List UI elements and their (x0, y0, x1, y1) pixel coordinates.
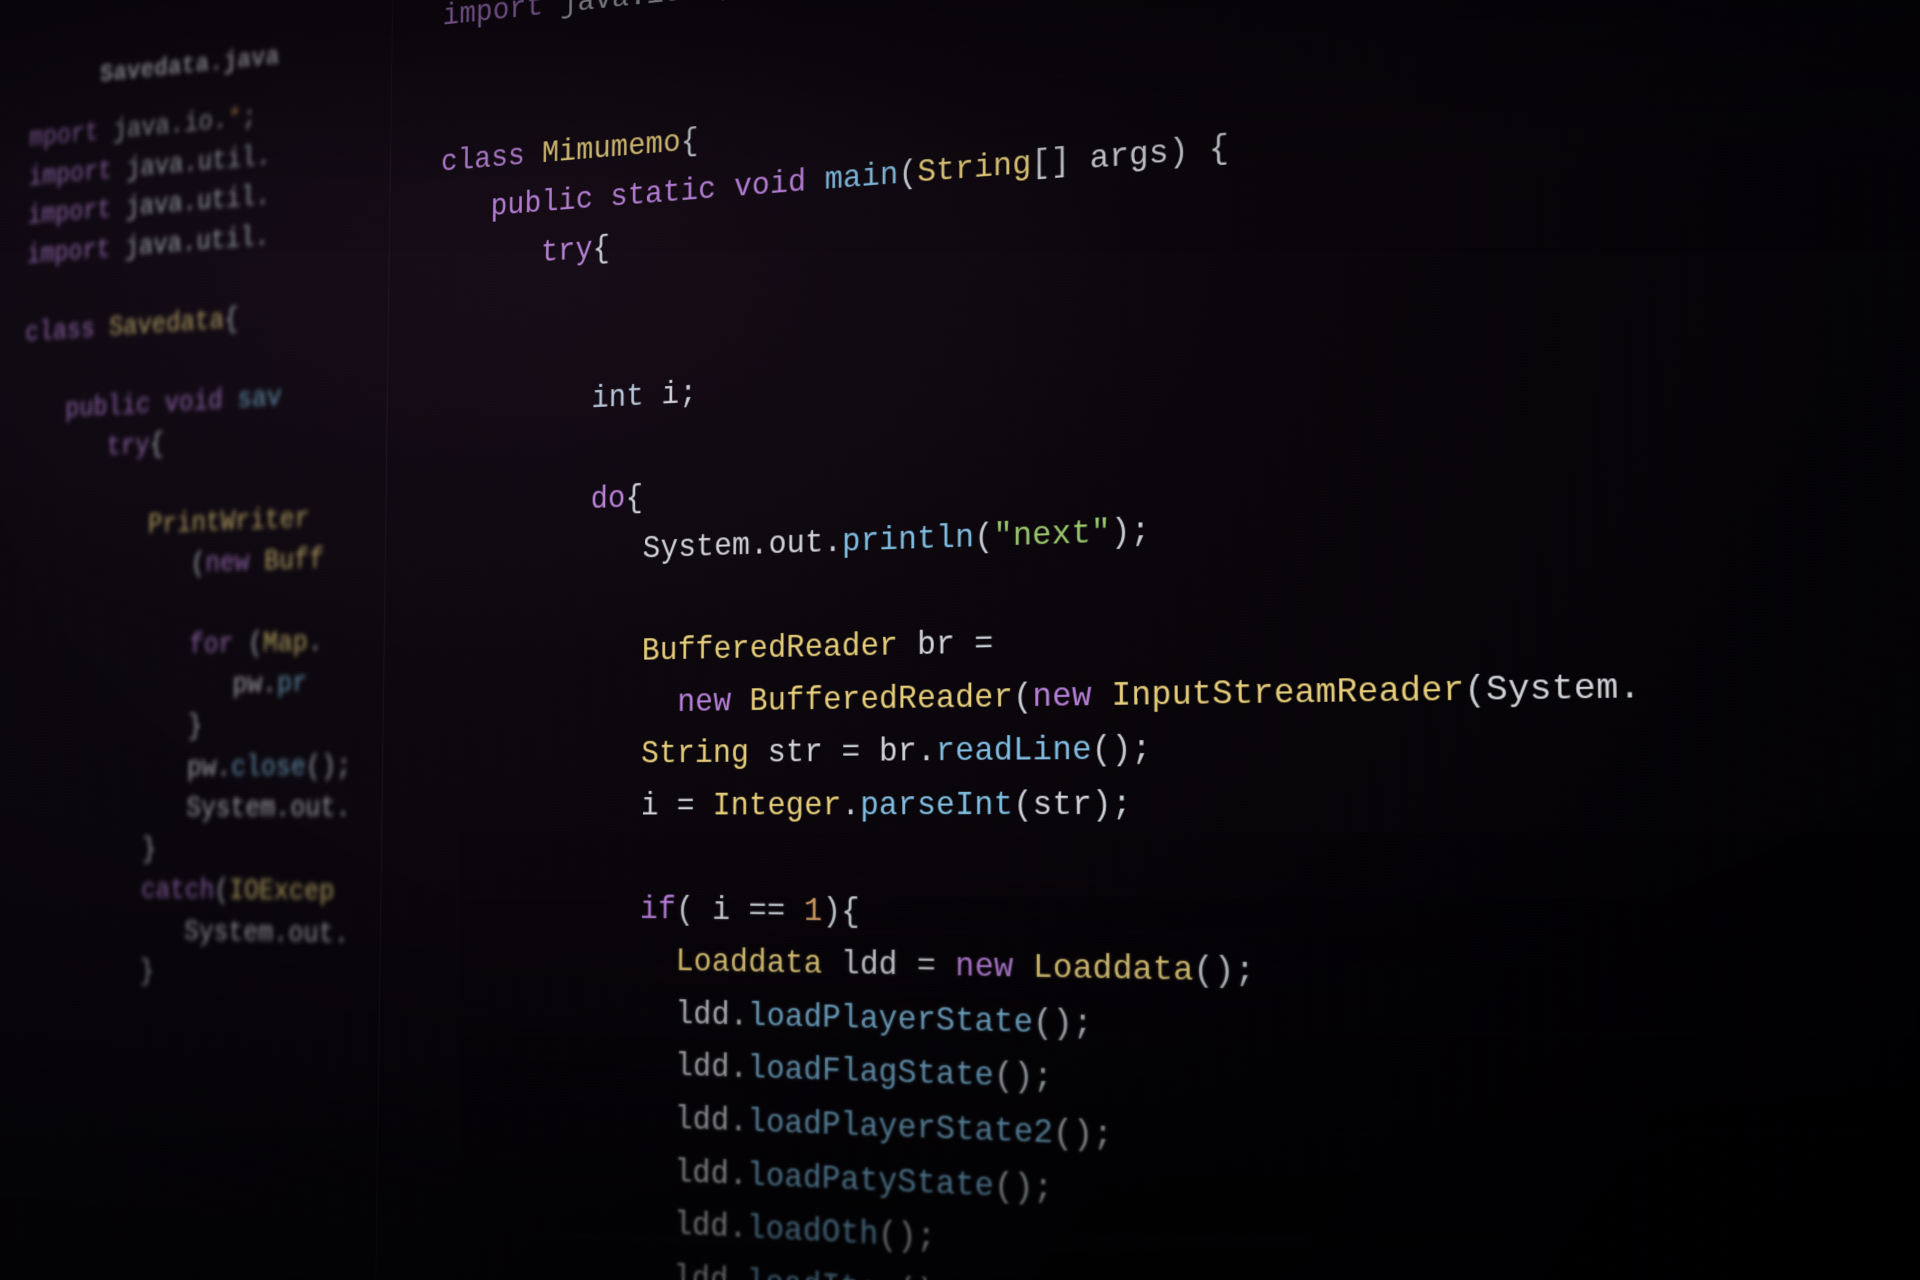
tilted-screen: Savedata.java mport java.io.*; import ja… (0, 0, 1920, 1280)
right-code: import java.io.*; class Mimumemo{ public… (428, 0, 1920, 1280)
left-editor-pane: Savedata.java mport java.io.*; import ja… (0, 0, 409, 1280)
left-code: mport java.io.*; import java.util. impor… (11, 76, 408, 1000)
right-editor-pane: import java.io.*; class Mimumemo{ public… (391, 0, 1920, 1280)
photo-of-code-editor: Savedata.java mport java.io.*; import ja… (0, 0, 1920, 1280)
